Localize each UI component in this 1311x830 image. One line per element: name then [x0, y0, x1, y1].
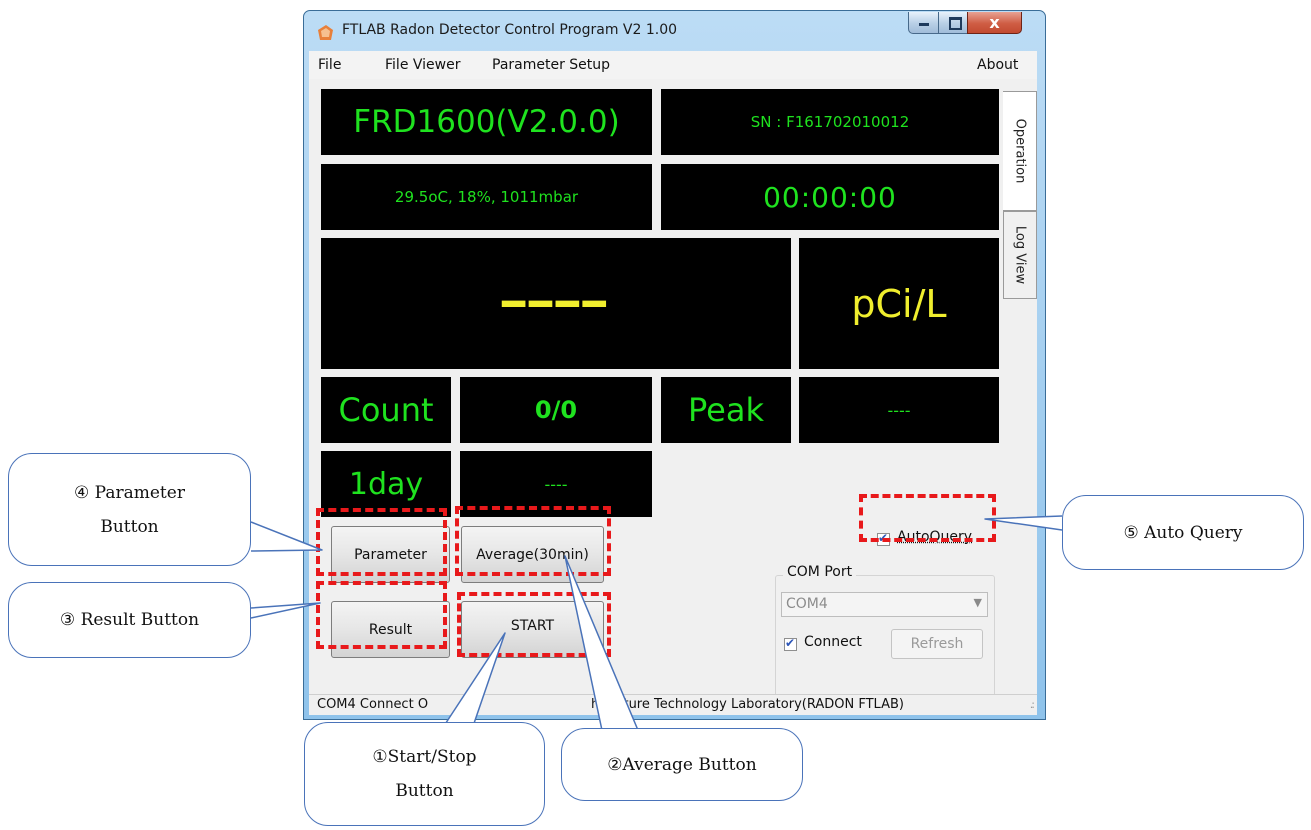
callout-auto-query-text: ⑤ Auto Query	[1123, 522, 1243, 543]
callout-average-button: ②Average Button	[561, 728, 803, 801]
callout-start-text: ①Start/Stop Button	[372, 740, 476, 808]
callout-auto-query: ⑤ Auto Query	[1062, 495, 1304, 570]
callout-parameter-line2: Button	[100, 516, 159, 537]
connector-result	[250, 602, 321, 619]
callout-result-text: ③ Result Button	[59, 610, 200, 630]
callout-result-button: ③ Result Button	[8, 582, 251, 658]
callout-average-text: ②Average Button	[607, 754, 757, 775]
callout-parameter-text: ④ Parameter Button	[74, 476, 185, 544]
callout-connectors	[250, 515, 1063, 736]
callout-parameter-line1: ④ Parameter	[74, 482, 185, 503]
callout-start-line2: Button	[395, 781, 454, 801]
callout-start-line1: ①Start/Stop	[372, 747, 477, 767]
connector-parameter	[250, 521, 323, 552]
connector-autoquery	[984, 515, 1063, 531]
callout-parameter-button: ④ Parameter Button	[8, 453, 251, 566]
connector-average	[564, 555, 641, 736]
callout-start-stop-button: ①Start/Stop Button	[304, 722, 545, 826]
connector-start	[437, 632, 506, 736]
